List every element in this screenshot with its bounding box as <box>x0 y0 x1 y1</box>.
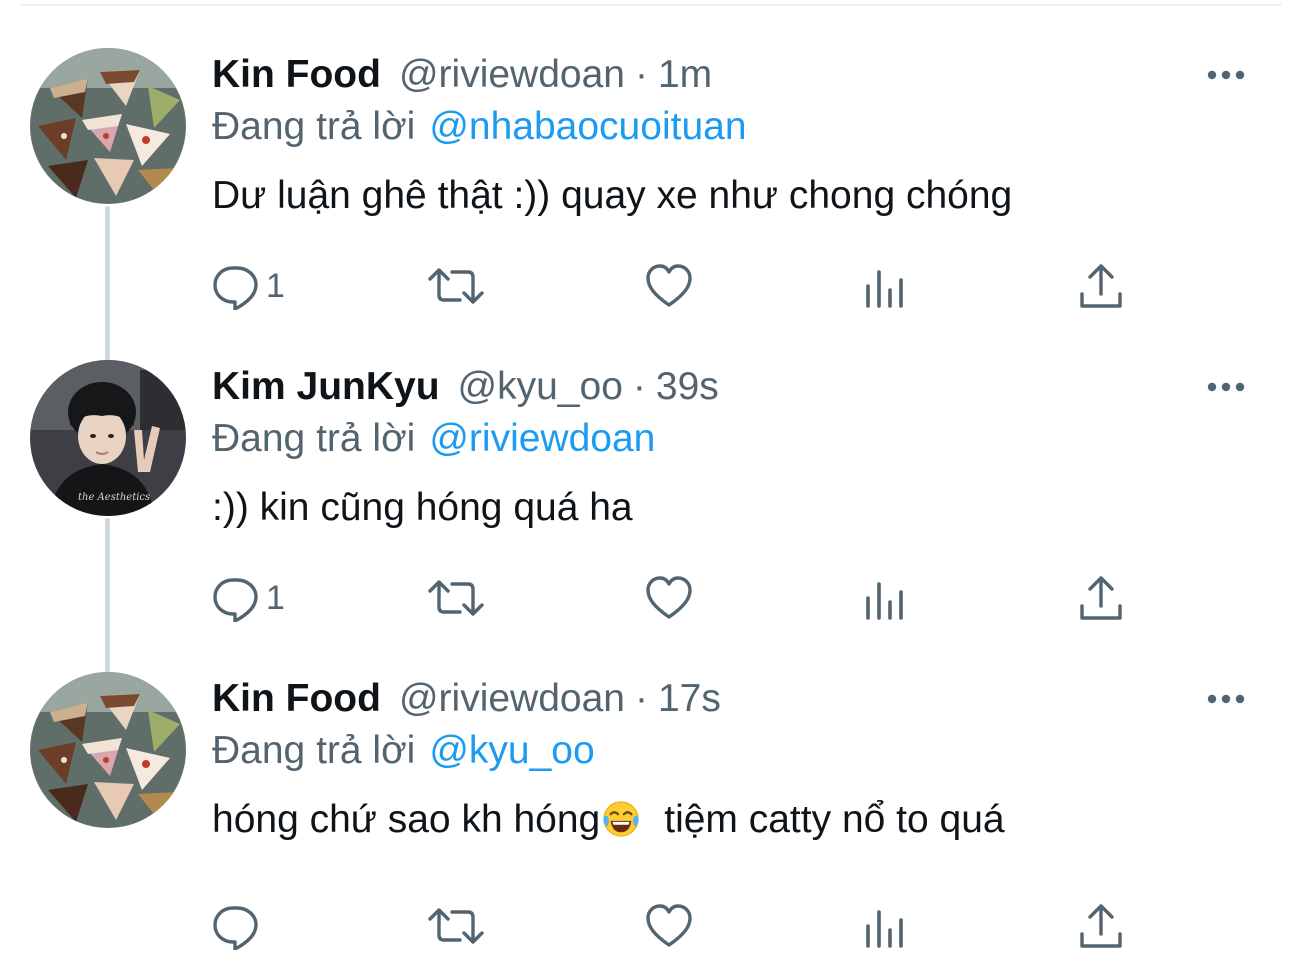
bar-chart-icon <box>866 910 903 948</box>
retweet-icon <box>428 268 484 304</box>
tweet[interactable]: the Aesthetics Kim JunKyu @kyu_oo · 39s Đan… <box>0 312 1290 624</box>
replying-to: Đang trả lời @nhabaocuoituan <box>212 104 747 150</box>
tweet-text-content: Dư luận ghê thật :)) quay xe như chong c… <box>212 174 1013 217</box>
more-dots-icon <box>1207 694 1245 704</box>
avatar[interactable] <box>30 672 186 828</box>
timestamp[interactable]: 17s <box>658 677 721 720</box>
tweet-text: Dư luận ghê thật :)) quay xe như chong c… <box>212 172 1012 220</box>
views-button[interactable] <box>862 900 910 952</box>
face-with-tears-of-joy-icon <box>603 801 639 837</box>
retweet-icon <box>428 908 484 944</box>
person-photo: the Aesthetics <box>30 360 186 516</box>
tweet-text: hóng chứ sao kh hóng tiệm catty nổ to qu… <box>212 796 1005 844</box>
speech-bubble-icon <box>213 578 258 622</box>
more-dots-icon <box>1207 70 1245 80</box>
separator-dot: · <box>634 677 648 720</box>
user-handle[interactable]: @riviewdoan <box>399 53 625 96</box>
tweet-actions: 1 <box>0 572 1290 624</box>
replying-to-label: Đang trả lời <box>212 105 416 148</box>
heart-icon <box>646 576 692 619</box>
tweet-text-content: :)) kin cũng hóng quá ha <box>212 486 633 529</box>
separator-dot: · <box>632 365 646 408</box>
retweet-button[interactable] <box>428 900 484 952</box>
reply-mention-link[interactable]: @nhabaocuoituan <box>429 105 746 148</box>
like-button[interactable] <box>645 260 693 312</box>
reply-mention-link[interactable]: @riviewdoan <box>429 417 655 460</box>
user-handle[interactable]: @riviewdoan <box>399 677 625 720</box>
retweet-button[interactable] <box>428 572 484 624</box>
replying-to-label: Đang trả lời <box>212 417 416 460</box>
separator-dot: · <box>634 53 648 96</box>
tweet[interactable]: Kin Food @riviewdoan · 17s Đang trả lời @kyu… <box>0 624 1290 950</box>
retweet-icon <box>428 580 484 616</box>
avatar[interactable] <box>30 48 186 204</box>
like-button[interactable] <box>645 572 693 624</box>
speech-bubble-icon <box>213 906 258 950</box>
avatar[interactable]: the Aesthetics <box>30 360 186 516</box>
like-button[interactable] <box>645 900 693 952</box>
display-name[interactable]: Kim JunKyu <box>212 365 440 408</box>
share-button[interactable] <box>1077 900 1125 952</box>
svg-text:the Aesthetics: the Aesthetics <box>78 492 150 503</box>
share-button[interactable] <box>1077 260 1125 312</box>
more-options-button[interactable] <box>1203 684 1249 714</box>
replying-to: Đang trả lời @kyu_oo <box>212 728 595 774</box>
views-button[interactable] <box>862 260 910 312</box>
tweet[interactable]: Kin Food @riviewdoan · 1m Đang trả lời @nhab… <box>0 0 1290 312</box>
tweet-actions <box>0 900 1290 952</box>
heart-icon <box>646 904 692 947</box>
tweet-header: Kin Food @riviewdoan · 17s <box>212 676 721 722</box>
reply-count: 1 <box>266 578 285 617</box>
tweet-text-content: hóng chứ sao kh hóng <box>212 798 601 841</box>
bar-chart-icon <box>866 270 903 308</box>
display-name[interactable]: Kin Food <box>212 677 381 720</box>
tweet-actions: 1 <box>0 260 1290 312</box>
bar-chart-icon <box>866 582 903 620</box>
share-icon <box>1080 264 1122 308</box>
tweet-header: Kin Food @riviewdoan · 1m <box>212 52 712 98</box>
more-options-button[interactable] <box>1203 60 1249 90</box>
replying-to: Đang trả lời @riviewdoan <box>212 416 655 462</box>
timestamp[interactable]: 39s <box>656 365 719 408</box>
reply-button[interactable] <box>212 900 266 952</box>
share-icon <box>1080 576 1122 620</box>
reply-mention-link[interactable]: @kyu_oo <box>429 729 594 772</box>
share-icon <box>1080 904 1122 948</box>
user-handle[interactable]: @kyu_oo <box>458 365 623 408</box>
reply-count: 1 <box>266 266 285 305</box>
cakes-photo <box>30 48 186 204</box>
cakes-photo <box>30 672 186 828</box>
tweet-text-continuation: tiệm catty nổ to quá <box>664 798 1005 841</box>
share-button[interactable] <box>1077 572 1125 624</box>
tweet-text: :)) kin cũng hóng quá ha <box>212 484 633 532</box>
more-dots-icon <box>1207 382 1245 392</box>
timestamp[interactable]: 1m <box>658 53 712 96</box>
reply-button[interactable]: 1 <box>212 572 285 624</box>
replying-to-label: Đang trả lời <box>212 729 416 772</box>
speech-bubble-icon <box>213 266 258 310</box>
views-button[interactable] <box>862 572 910 624</box>
reply-button[interactable]: 1 <box>212 260 285 312</box>
heart-icon <box>646 264 692 307</box>
retweet-button[interactable] <box>428 260 484 312</box>
more-options-button[interactable] <box>1203 372 1249 402</box>
tweet-header: Kim JunKyu @kyu_oo · 39s <box>212 364 719 410</box>
display-name[interactable]: Kin Food <box>212 53 381 96</box>
